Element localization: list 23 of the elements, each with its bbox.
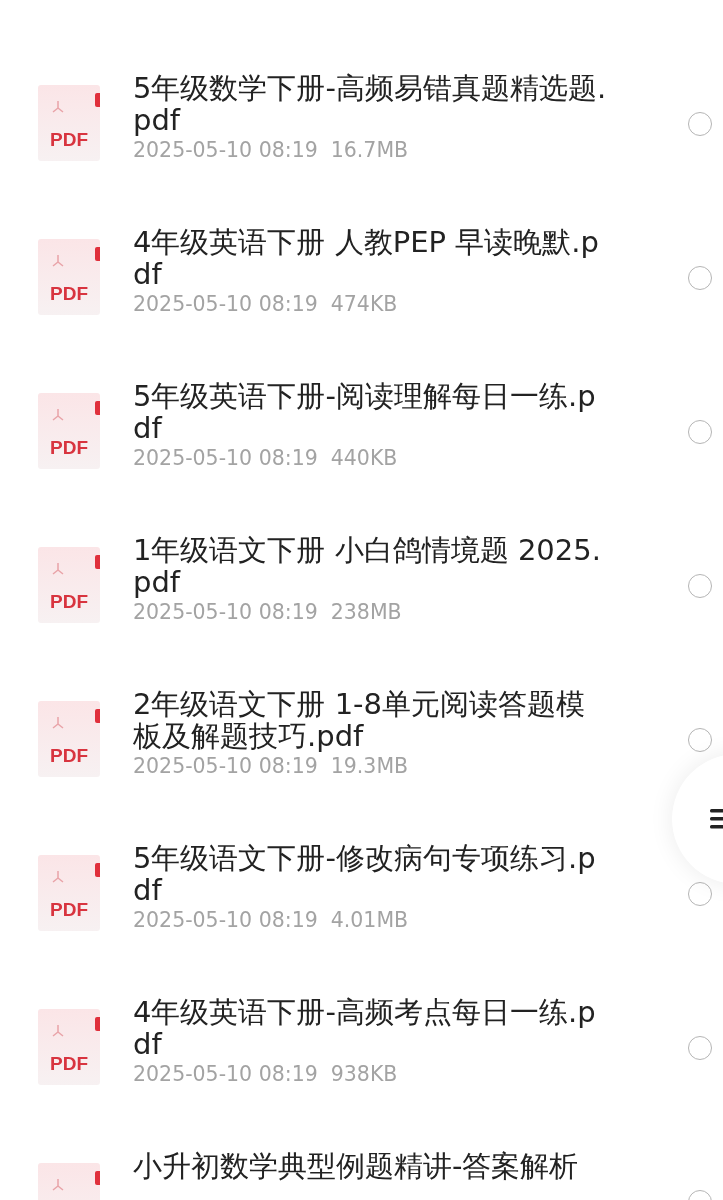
- file-details: 2025-05-10 08:19 474KB: [133, 292, 399, 316]
- file-details: 2025-05-10 08:19 19.3MB: [133, 754, 410, 778]
- pdf-file-icon: PDF: [38, 855, 100, 931]
- file-name: 5年级数学下册-高频易错真题精选题.pdf: [133, 72, 608, 136]
- pdf-file-icon: PDF: [38, 1009, 100, 1085]
- pdf-file-icon: PDF: [38, 85, 100, 161]
- pdf-file-icon: PDF: [38, 239, 100, 315]
- file-name: 1年级语文下册 小白鸽情境题 2025.pdf: [133, 534, 602, 598]
- file-details: 2025-05-10 08:19 440KB: [133, 446, 399, 470]
- file-details: 2025-05-10 08:19 938KB: [133, 1062, 399, 1086]
- pdf-file-icon: PDF: [38, 701, 100, 777]
- file-details: 2025-05-10 08:19 16.7MB: [133, 138, 410, 162]
- menu-icon: [710, 807, 723, 831]
- file-name: 5年级英语下册-阅读理解每日一练.pdf: [133, 380, 597, 444]
- pdf-file-icon: PDF: [38, 547, 100, 623]
- pdf-file-icon: PDF: [38, 393, 100, 469]
- file-details: 2025-05-10 08:19 238MB: [133, 600, 403, 624]
- file-name: 2年级语文下册 1-8单元阅读答题模板及解题技巧.pdf: [133, 688, 587, 752]
- file-name: 4年级英语下册 人教PEP 早读晚默.pdf: [133, 226, 600, 290]
- file-name: 5年级语文下册-修改病句专项练习.pdf: [133, 842, 597, 906]
- file-details: 2025-05-10 08:19 4.01MB: [133, 908, 410, 932]
- file-name: 小升初数学典型例题精讲-答案解析: [133, 1150, 580, 1182]
- file-name: 4年级英语下册-高频考点每日一练.pdf: [133, 996, 597, 1060]
